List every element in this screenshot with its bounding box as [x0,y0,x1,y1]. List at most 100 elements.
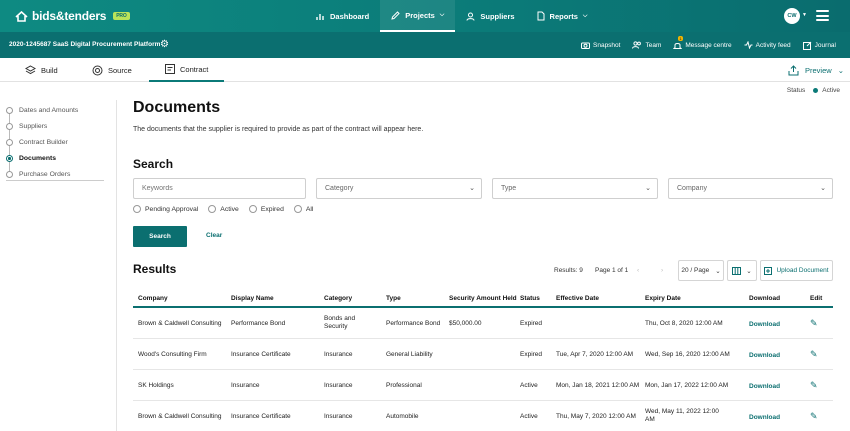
col-edit: Edit [810,295,823,302]
logo-icon [15,10,28,22]
download-link[interactable]: Download [749,414,780,422]
col-security-amount[interactable]: Security Amount Held [449,295,517,302]
cell-effective-date: Thu, May 7, 2020 12:00 AM [556,413,636,420]
step-documents[interactable]: Documents [6,150,104,166]
keywords-input[interactable] [142,185,292,192]
edit-icon[interactable]: ✎ [810,318,818,329]
radio-circle[interactable] [133,205,141,213]
step-contract-builder[interactable]: Contract Builder [6,134,104,150]
nav-dashboard[interactable]: Dashboard [305,0,380,32]
project-title: 2020-1245687 SaaS Digital Procurement Pl… [9,41,161,48]
chevron-down-icon[interactable]: ▼ [802,12,807,18]
nav-suppliers[interactable]: Suppliers [455,0,525,32]
step-dates-and-amounts[interactable]: Dates and Amounts [6,102,104,118]
cell-expiry-date: Mon, Jan 17, 2022 12:00 AM [645,382,729,389]
col-status[interactable]: Status [520,295,540,302]
radio-all[interactable]: All [293,205,313,213]
step-suppliers[interactable]: Suppliers [6,118,104,134]
download-link[interactable]: Download [749,352,780,360]
pencil-icon [391,10,400,20]
company-placeholder: Company [677,185,707,192]
radio-expired[interactable]: Expired [248,205,284,213]
nav-label: Suppliers [480,11,515,21]
col-expiry-date[interactable]: Expiry Date [645,295,681,302]
type-select[interactable]: Type ⌄ [492,178,658,199]
activity-feed-button[interactable]: Activity feed [744,41,791,49]
radio-pending-approval[interactable]: Pending Approval [133,205,198,213]
cell-company: Brown & Caldwell Consulting [138,413,222,420]
nav-projects[interactable]: Projects ⌵ [380,0,456,32]
edit-icon[interactable]: ✎ [810,349,818,360]
radio-circle[interactable] [293,205,302,213]
cell-company: SK Holdings [138,382,174,389]
category-select[interactable]: Category ⌄ [316,178,482,199]
radio-circle[interactable] [248,205,257,213]
tab-source[interactable]: Source [92,58,132,82]
column-toggle[interactable]: ⌄ [727,260,757,281]
project-tools: Snapshot Team 1 Message centre Activity … [581,32,836,58]
tab-contract[interactable]: Contract [149,58,225,82]
keywords-field[interactable] [133,178,306,199]
edit-icon[interactable]: ✎ [810,380,818,391]
nav-label: Dashboard [330,11,370,21]
step-dot [6,122,13,130]
upload-icon [764,266,773,275]
table-row: Wood's Consulting Firm Insurance Certifi… [133,339,833,370]
col-type[interactable]: Type [386,295,401,302]
journal-button[interactable]: Journal [802,41,836,50]
page-size-select[interactable]: 20 / Page ⌄ [678,260,724,281]
radio-circle[interactable] [208,205,217,213]
nav-reports[interactable]: Reports ⌵ [526,0,599,32]
documents-table: Company Display Name Category Type Secur… [133,291,833,431]
cell-category: Insurance [324,413,353,420]
cell-effective-date: Tue, Apr 7, 2020 12:00 AM [556,351,634,358]
col-category[interactable]: Category [324,295,352,302]
upload-document-button[interactable]: Upload Document [760,260,833,281]
pro-badge: PRO [113,12,130,20]
page-title: Documents [133,99,221,116]
company-select[interactable]: Company ⌄ [668,178,833,199]
cell-type: Professional [386,382,422,389]
cell-amount: $50,000.00 [449,320,482,327]
tool-label: Journal [814,41,836,49]
col-display-name[interactable]: Display Name [231,295,274,302]
results-count: Results: 9 [554,267,583,274]
status-indicator: Status Active [787,87,840,94]
chevron-left-icon[interactable]: ‹ [637,260,639,281]
cell-display-name: Insurance Certificate [231,351,291,358]
table-row: SK Holdings Insurance Insurance Professi… [133,370,833,401]
message-centre-button[interactable]: 1 Message centre [673,35,732,50]
chevron-down-icon: ⌄ [645,185,651,192]
status-dot [813,88,819,93]
avatar[interactable]: CW [784,8,800,24]
radio-active[interactable]: Active [208,205,239,213]
table-header: Company Display Name Category Type Secur… [133,291,833,308]
snapshot-button[interactable]: Snapshot [581,41,620,49]
tab-build[interactable]: Build [25,58,58,82]
gear-icon[interactable]: ⚙ [160,39,169,50]
clear-button[interactable]: Clear [206,232,222,239]
tab-label: Source [108,65,132,75]
chevron-right-icon[interactable]: › [661,260,663,281]
edit-icon [802,41,812,50]
team-button[interactable]: Team [632,41,661,49]
menu-icon[interactable] [816,10,829,21]
cell-status: Expired [520,351,543,358]
download-link[interactable]: Download [749,383,780,391]
logo[interactable]: bids&tenders PRO [15,9,130,23]
search-button[interactable]: Search [133,226,187,247]
col-company[interactable]: Company [138,295,168,302]
edit-icon[interactable]: ✎ [810,411,818,422]
cell-company: Wood's Consulting Firm [138,351,207,358]
step-label: Dates and Amounts [19,106,79,114]
tool-label: Snapshot [593,41,621,49]
cell-expiry-date: Wed, May 11, 2022 12:00 AM [645,408,719,423]
download-link[interactable]: Download [749,321,780,329]
cell-status: Active [520,413,538,420]
preview-button[interactable]: Preview ⌄ [788,58,844,82]
bar-chart-icon [316,13,324,20]
page-description: The documents that the supplier is requi… [133,126,424,133]
step-label: Suppliers [19,122,48,130]
layers-icon [25,65,36,75]
col-effective-date[interactable]: Effective Date [556,295,599,302]
